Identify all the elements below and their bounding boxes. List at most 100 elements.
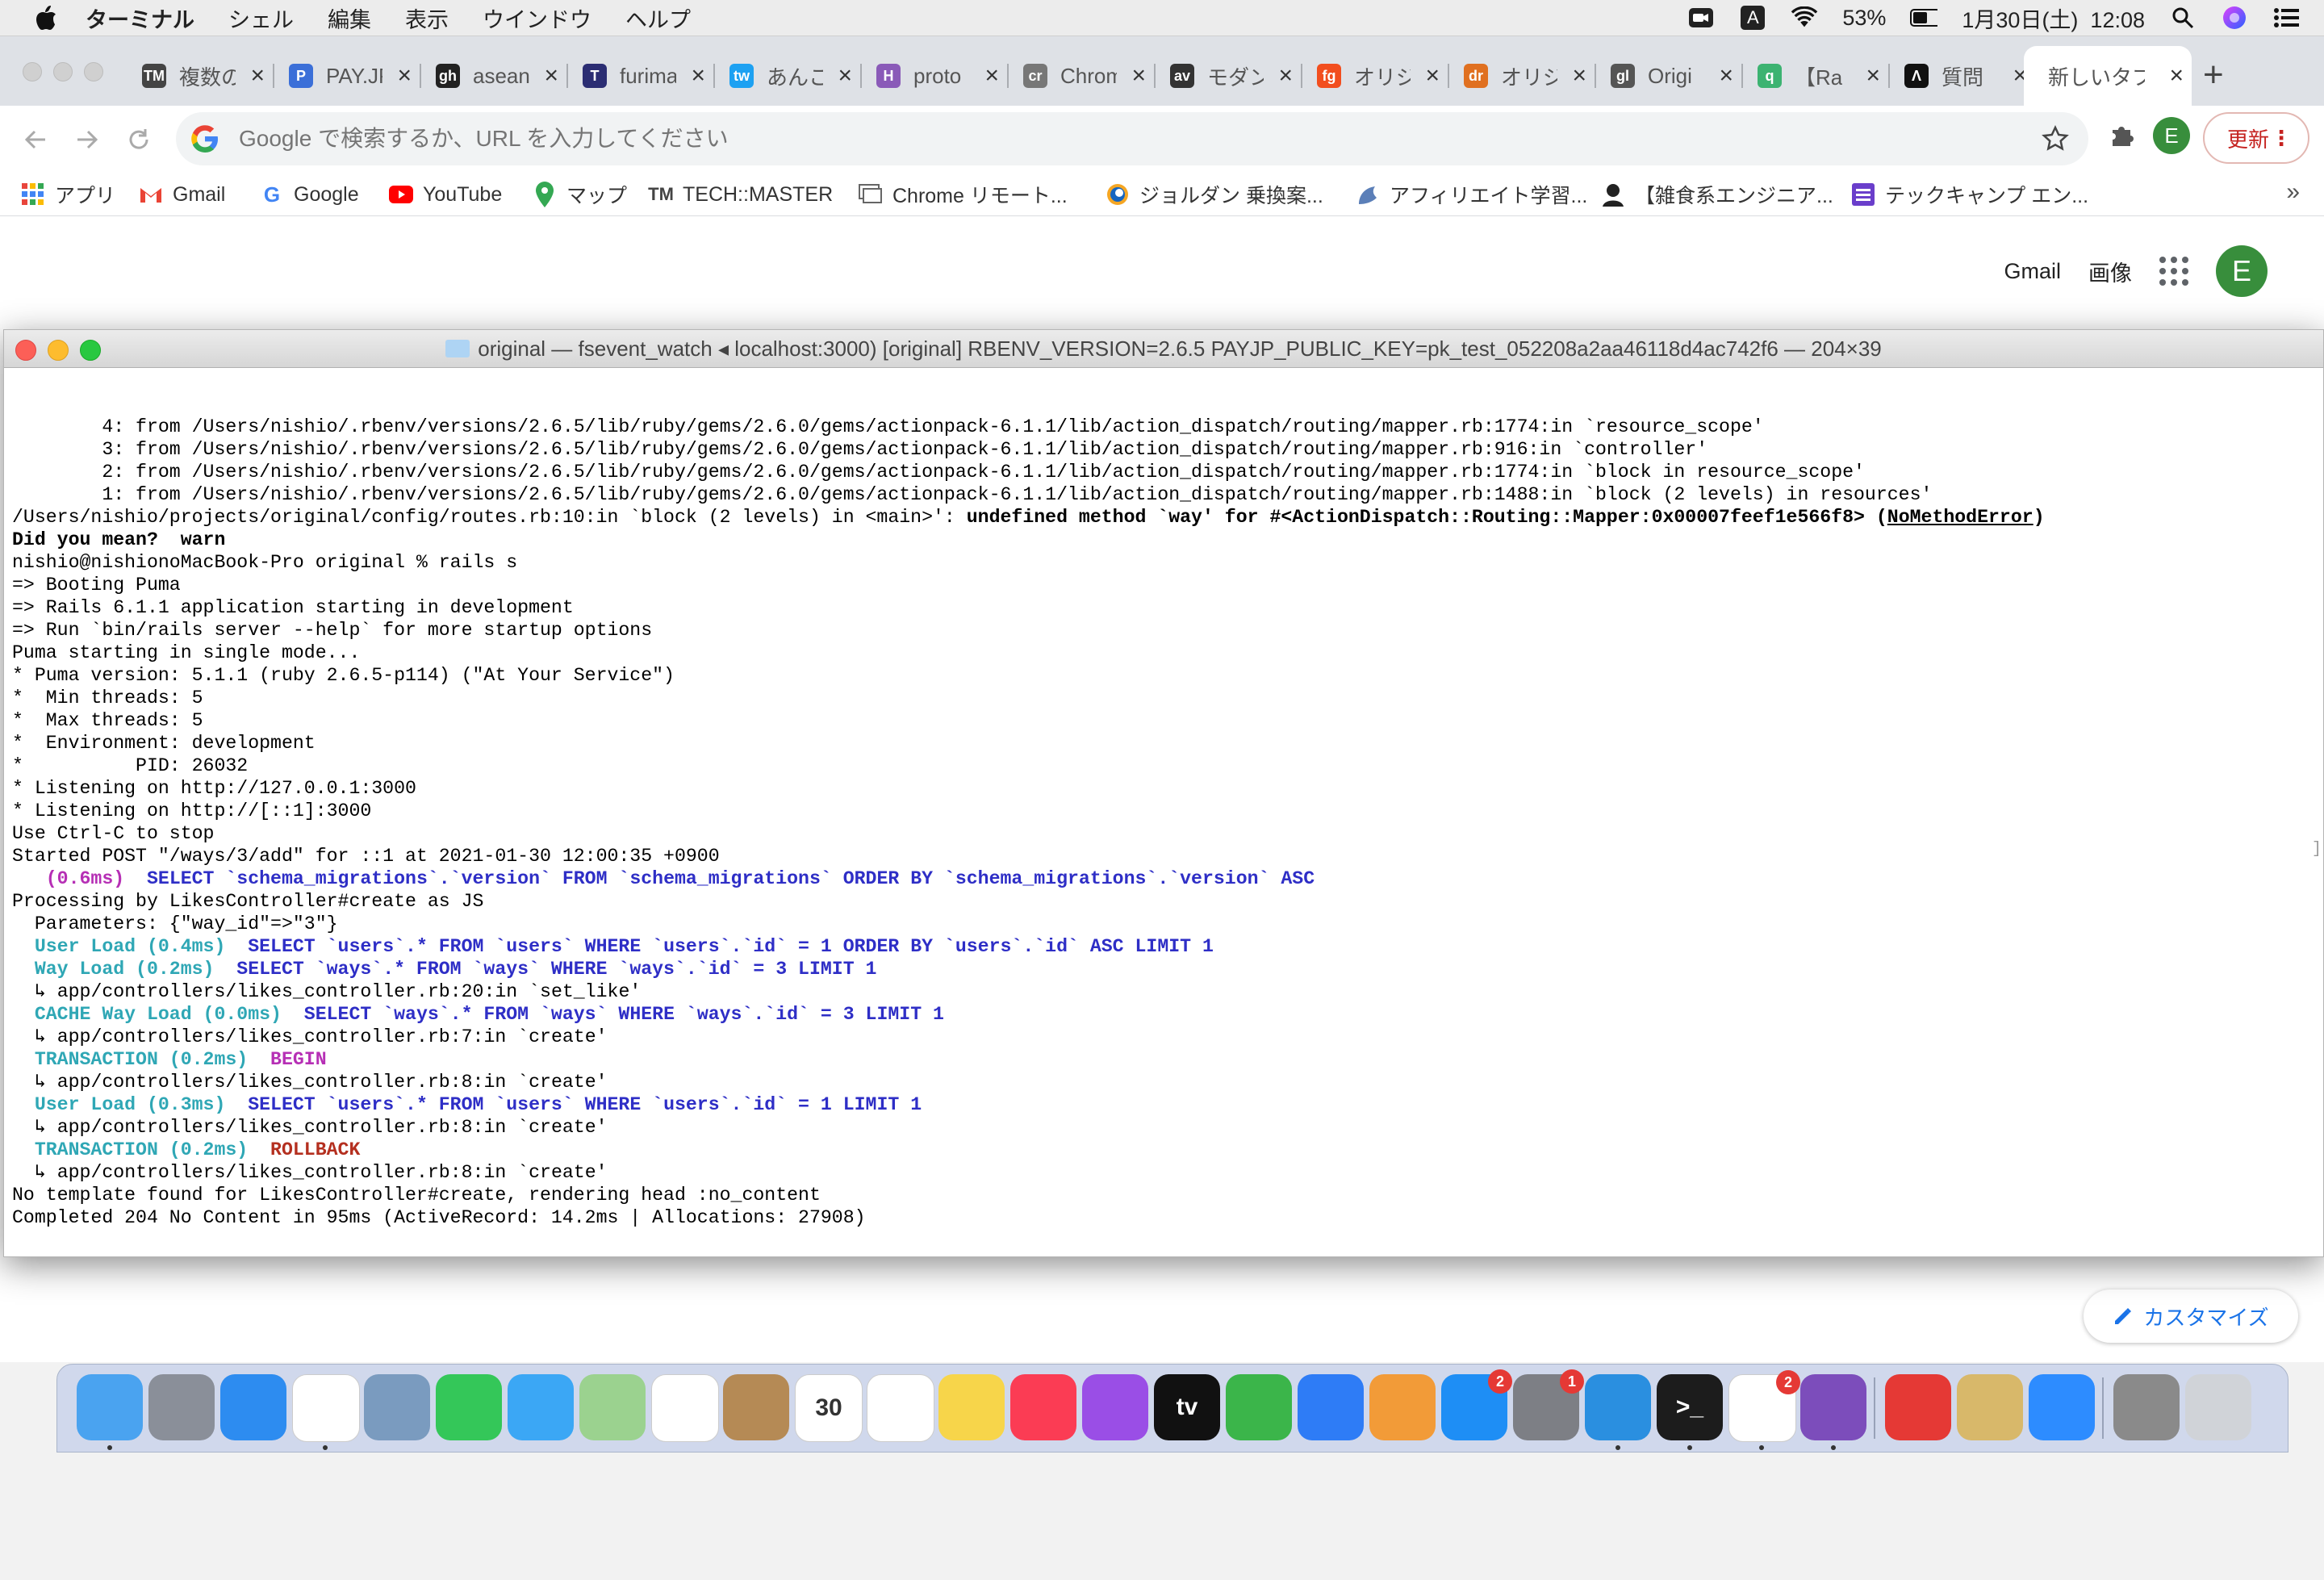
input-source-icon[interactable]: A [1739,6,1766,30]
battery-icon[interactable] [1910,6,1938,29]
menu-edit[interactable]: 編集 [328,2,371,34]
dock-maps-icon[interactable] [579,1374,646,1440]
bookmark-chrome-remote[interactable]: Chrome リモート... [859,180,1068,209]
dock-messages-icon[interactable] [508,1374,574,1440]
dock-calendar-icon[interactable]: 30 [795,1374,863,1442]
google-apps-grid-icon[interactable] [2159,257,2188,286]
terminal-window[interactable]: original — fsevent_watch ◂ localhost:300… [3,329,2324,1257]
dock-notes-icon[interactable] [938,1374,1005,1440]
dock-sequel-icon[interactable] [1957,1374,2023,1440]
dock-numbers-icon[interactable] [1226,1374,1292,1440]
bookmark-jorudan[interactable]: ジョルダン 乗換案... [1106,180,1323,209]
browser-tab[interactable]: gl Origi × [1598,51,1741,101]
dock-appstore-icon[interactable]: 2 [1441,1369,1512,1440]
clock[interactable]: 1月30日(土) 12:08 [1962,2,2145,34]
terminal-close-button[interactable] [15,340,36,361]
tab-close-icon[interactable]: × [1425,62,1440,90]
dock-vscode-icon[interactable] [1585,1374,1651,1440]
dock-system-preferences-icon[interactable]: 1 [1513,1369,1584,1440]
battery-percent[interactable]: 53% [1842,6,1886,31]
dock-contacts-icon[interactable] [723,1374,789,1440]
dock-safari-icon[interactable] [220,1374,286,1440]
dock-terminal-icon[interactable]: >_ [1657,1374,1723,1440]
back-button[interactable] [16,120,55,159]
browser-tab[interactable]: q 【Ra × [1745,51,1888,101]
customize-button[interactable]: カスタマイズ [2084,1289,2298,1343]
dock-appletv-icon[interactable]: tv [1154,1374,1220,1440]
tab-close-icon[interactable]: × [1278,62,1293,90]
bookmark-google[interactable]: G Google [260,180,359,209]
browser-tab[interactable]: fg オリジ × [1304,51,1448,101]
notification-center-icon[interactable] [2272,6,2300,29]
dock-podcasts-icon[interactable] [1082,1374,1148,1440]
new-tab-button[interactable]: + [2203,57,2224,93]
dock-launchpad-icon[interactable] [148,1374,215,1440]
wifi-icon[interactable] [1791,6,1818,29]
dock-keynote-icon[interactable] [1298,1374,1364,1440]
browser-tab[interactable]: gh asean × [423,51,566,101]
browser-tab[interactable]: 新しいタブ × [2024,46,2192,106]
tab-close-icon[interactable]: × [544,62,558,90]
apple-menu-icon[interactable] [32,4,60,31]
dock-pages-icon[interactable] [1369,1374,1436,1440]
dock-finder-icon[interactable] [77,1374,143,1440]
browser-tab[interactable]: P PAY.JP × [276,51,420,101]
tab-close-icon[interactable]: × [1572,62,1586,90]
browser-tab[interactable]: Λ 質問 × [1891,51,2035,101]
bookmark-gmail[interactable]: Gmail [139,180,225,209]
browser-tab[interactable]: tw あんこ × [717,51,860,101]
browser-tab[interactable]: dr オリジ × [1451,51,1595,101]
dock-mail-app-icon[interactable] [1885,1374,1951,1440]
bookmark-apps[interactable]: アプリ [21,180,115,209]
bookmark-techmaster[interactable]: TM TECH::MASTER [648,180,833,209]
dock-photos-icon[interactable] [651,1374,719,1442]
terminal-output[interactable]: 4: from /Users/nishio/.rbenv/versions/2.… [12,370,2315,1256]
dock-github-desktop-icon[interactable] [1800,1374,1866,1440]
profile-avatar[interactable]: E [2153,117,2190,154]
tab-close-icon[interactable]: × [1719,62,1733,90]
dock-screenshot-icon[interactable] [2113,1374,2180,1440]
address-bar[interactable] [176,112,2088,165]
browser-tab[interactable]: Tfurima × [570,51,713,101]
browser-zoom-button[interactable] [84,62,103,82]
menu-window[interactable]: ウインドウ [483,2,591,34]
dock-slack-icon[interactable]: 2 [1728,1370,1800,1442]
dock-chrome-icon[interactable] [292,1374,360,1442]
dock-facetime-icon[interactable] [436,1374,502,1440]
extensions-puzzle-icon[interactable] [2108,120,2137,149]
dock-preview-icon[interactable] [364,1374,430,1440]
bookmark-engineer[interactable]: 【雑食系エンジニア... [1601,180,1833,209]
tab-close-icon[interactable]: × [397,62,412,90]
tab-close-icon[interactable]: × [250,62,265,90]
more-bookmarks-chevron-icon[interactable]: » [2286,178,2300,206]
update-button[interactable]: 更新 ⋮ [2203,112,2309,164]
kebab-menu-icon[interactable]: ⋮ [2271,126,2292,151]
menu-view[interactable]: 表示 [405,2,449,34]
tab-close-icon[interactable]: × [691,62,705,90]
browser-tab[interactable]: cr Chrome × [1010,51,1154,101]
tab-close-icon[interactable]: × [2169,62,2184,90]
bookmark-star-icon[interactable] [2042,125,2069,153]
menu-shell[interactable]: シェル [228,2,294,34]
bookmark-techcamp[interactable]: テックキャンプ エン... [1851,180,2088,209]
dock-reminders-icon[interactable] [867,1374,934,1442]
dock-music-icon[interactable] [1010,1374,1076,1440]
gmail-link[interactable]: Gmail [2004,259,2061,284]
browser-tab[interactable]: Hproto × [863,51,1007,101]
reload-button[interactable] [119,120,158,159]
browser-close-button[interactable] [23,62,42,82]
browser-minimize-button[interactable] [53,62,73,82]
dock-zoom-icon[interactable] [2029,1374,2095,1440]
tab-close-icon[interactable]: × [1866,62,1880,90]
tab-close-icon[interactable]: × [1131,62,1146,90]
menu-app-name[interactable]: ターミナル [86,2,194,34]
browser-tab[interactable]: TM 複数の × [129,51,273,101]
terminal-minimize-button[interactable] [48,340,69,361]
bookmark-affiliate[interactable]: アフィリエイト学習... [1356,180,1587,209]
google-account-avatar[interactable]: E [2216,245,2268,297]
browser-tab[interactable]: av モダン × [1157,51,1301,101]
terminal-zoom-button[interactable] [80,340,101,361]
dock-trash-icon[interactable] [2185,1374,2251,1440]
omnibox-input[interactable] [237,125,1935,153]
tab-close-icon[interactable]: × [984,62,999,90]
